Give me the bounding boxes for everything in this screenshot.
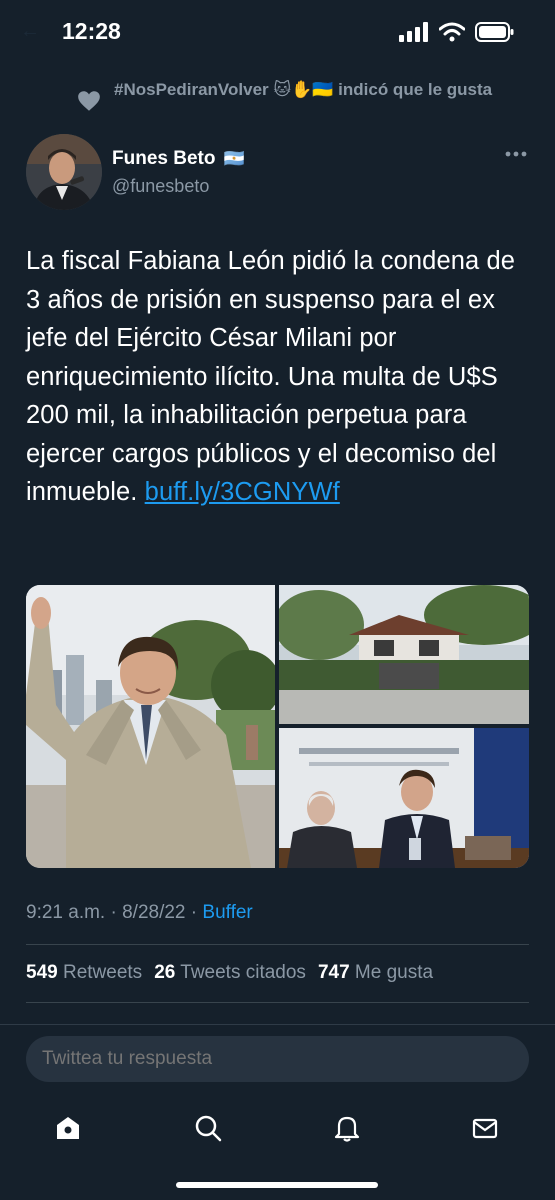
media-photo-milani-waving[interactable] <box>26 585 281 868</box>
tweet-link[interactable]: buff.ly/3CGNYWf <box>145 478 340 506</box>
media-photo-house[interactable] <box>274 585 529 724</box>
liked-action: indicó que le gusta <box>338 80 493 99</box>
quotes-stat[interactable]: 26 Tweets citados <box>154 962 306 984</box>
tab-search[interactable] <box>188 1108 228 1148</box>
likes-stat[interactable]: 747 Me gusta <box>318 962 433 984</box>
media-grid <box>26 585 529 868</box>
battery-icon <box>475 22 514 42</box>
meta-separator: · <box>110 902 123 923</box>
status-bar: ← 12:28 <box>0 0 555 64</box>
retweets-label: Retweets <box>62 962 143 983</box>
media-photo-court[interactable] <box>279 728 529 868</box>
bell-icon <box>334 1116 360 1142</box>
home-icon <box>57 1117 79 1139</box>
avatar[interactable] <box>26 134 102 210</box>
likes-label: Me gusta <box>354 962 434 983</box>
tab-notifications[interactable] <box>327 1108 367 1148</box>
social-context[interactable]: #NosPediranVolver 🐱✋🇺🇦 indicó que le gus… <box>76 78 516 114</box>
heart-icon <box>78 91 100 111</box>
author-name-row[interactable]: Funes Beto 🇦🇷 <box>112 148 245 170</box>
status-time: 12:28 <box>62 18 121 44</box>
divider <box>26 944 529 945</box>
home-indicator[interactable] <box>176 1182 378 1188</box>
divider <box>26 1002 529 1003</box>
social-context-text: #NosPediranVolver 🐱✋🇺🇦 indicó que le gus… <box>114 78 492 101</box>
search-icon <box>195 1115 222 1142</box>
tab-messages[interactable] <box>465 1108 505 1148</box>
quotes-count: 26 <box>154 962 176 983</box>
signal-icon <box>399 22 428 42</box>
retweets-stat[interactable]: 549 Retweets <box>26 962 142 984</box>
tweet-meta: 9:21 a.m. · 8/28/22 · Buffer <box>26 902 253 924</box>
liker-name[interactable]: #NosPediranVolver 🐱✋🇺🇦 <box>114 80 333 99</box>
author-handle[interactable]: @funesbeto <box>112 176 209 197</box>
tweet-stats: 549 Retweets 26 Tweets citados 747 Me gu… <box>26 962 433 984</box>
tweet-date: 8/28/22 <box>122 902 186 923</box>
author-row: Funes Beto 🇦🇷 @funesbeto <box>26 134 531 214</box>
likes-count: 747 <box>317 962 350 983</box>
tweet-body: La fiscal Fabiana León pidió la condena … <box>26 247 516 506</box>
back-icon-faded: ← <box>20 20 40 42</box>
quotes-label: Tweets citados <box>180 962 306 983</box>
more-icon[interactable] <box>505 150 527 158</box>
tweet-text: La fiscal Fabiana León pidió la condena … <box>26 242 531 512</box>
retweets-count: 549 <box>26 962 58 983</box>
status-icons <box>399 22 515 42</box>
tweet-source[interactable]: Buffer <box>202 902 252 923</box>
meta-separator: · <box>190 902 203 923</box>
tweet-time: 9:21 a.m. <box>26 902 106 923</box>
tab-home[interactable] <box>48 1108 88 1148</box>
author-name[interactable]: Funes Beto <box>112 148 215 170</box>
reply-input[interactable] <box>26 1036 529 1082</box>
mail-icon <box>472 1118 498 1139</box>
author-flag: 🇦🇷 <box>223 149 245 168</box>
wifi-icon <box>439 22 465 42</box>
